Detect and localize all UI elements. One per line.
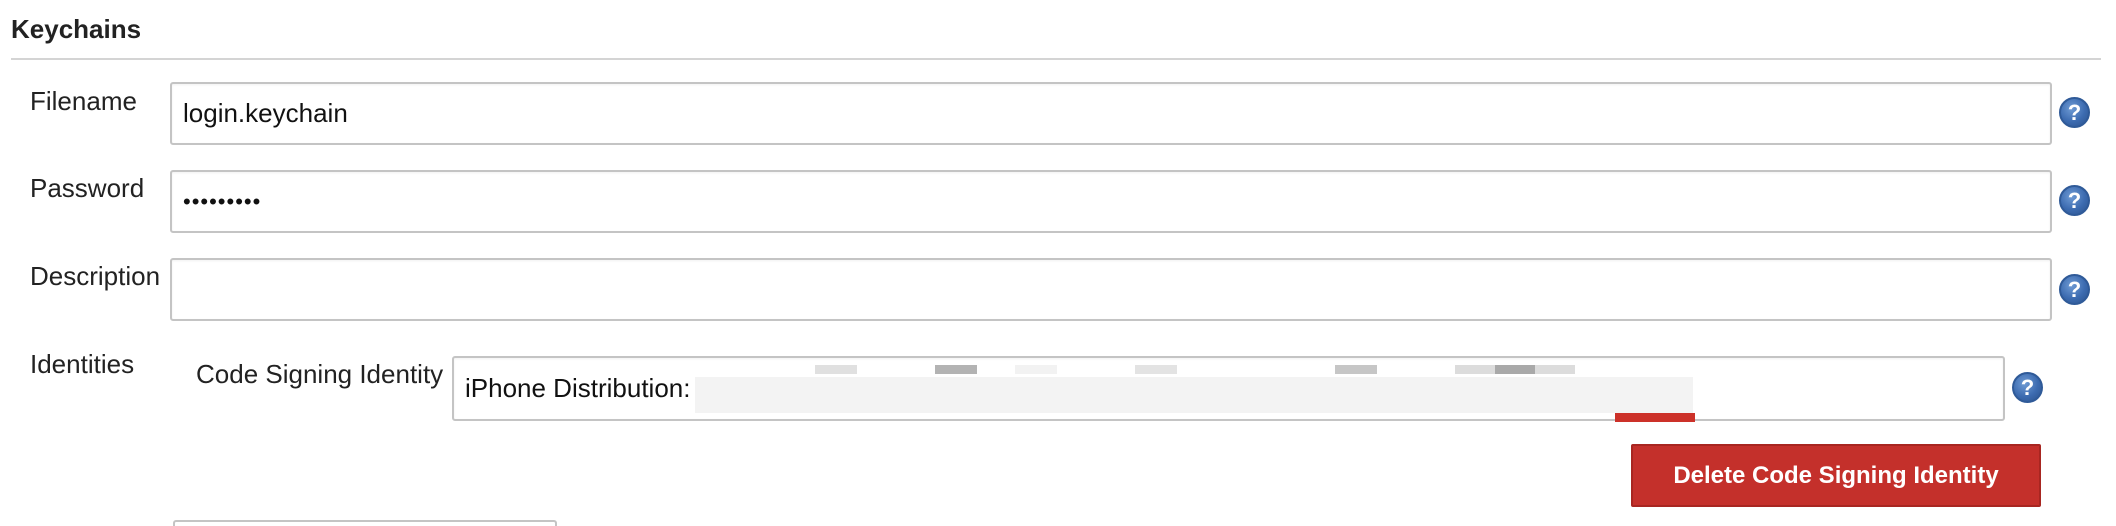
password-input[interactable]: ••••••••• xyxy=(170,170,2052,233)
identities-label: Identities xyxy=(30,349,135,379)
password-masked-value: ••••••••• xyxy=(183,188,262,214)
redaction-block xyxy=(695,377,1693,413)
question-mark-glyph: ? xyxy=(2067,99,2082,125)
redaction-block xyxy=(1495,365,1535,374)
delete-code-signing-identity-button[interactable]: Delete Code Signing Identity xyxy=(1631,444,2041,507)
keychains-section: Keychains Filename ? Password ••••••••• … xyxy=(0,0,2116,526)
password-help-icon[interactable]: ? xyxy=(2059,185,2090,216)
filename-help-icon[interactable]: ? xyxy=(2059,97,2090,128)
description-input[interactable] xyxy=(170,258,2052,321)
filename-label: Filename xyxy=(30,86,137,116)
question-mark-glyph: ? xyxy=(2020,374,2035,400)
code-signing-identity-label: Code Signing Identity xyxy=(196,359,444,389)
section-title: Keychains xyxy=(11,14,142,44)
question-mark-glyph: ? xyxy=(2067,187,2082,213)
redaction-block xyxy=(935,365,977,374)
next-field-edge xyxy=(173,520,557,526)
redaction-block xyxy=(815,365,857,374)
description-label: Description xyxy=(30,261,161,291)
redaction-block xyxy=(1615,413,1695,422)
code-signing-identity-help-icon[interactable]: ? xyxy=(2012,372,2043,403)
description-help-icon[interactable]: ? xyxy=(2059,274,2090,305)
redaction-block xyxy=(1335,365,1377,374)
filename-input[interactable] xyxy=(170,82,2052,145)
password-label: Password xyxy=(30,173,145,203)
section-divider xyxy=(11,58,2101,60)
code-signing-identity-value: iPhone Distribution: xyxy=(465,373,691,403)
question-mark-glyph: ? xyxy=(2067,276,2082,302)
redaction-block xyxy=(1015,365,1057,374)
redaction-block xyxy=(1135,365,1177,374)
